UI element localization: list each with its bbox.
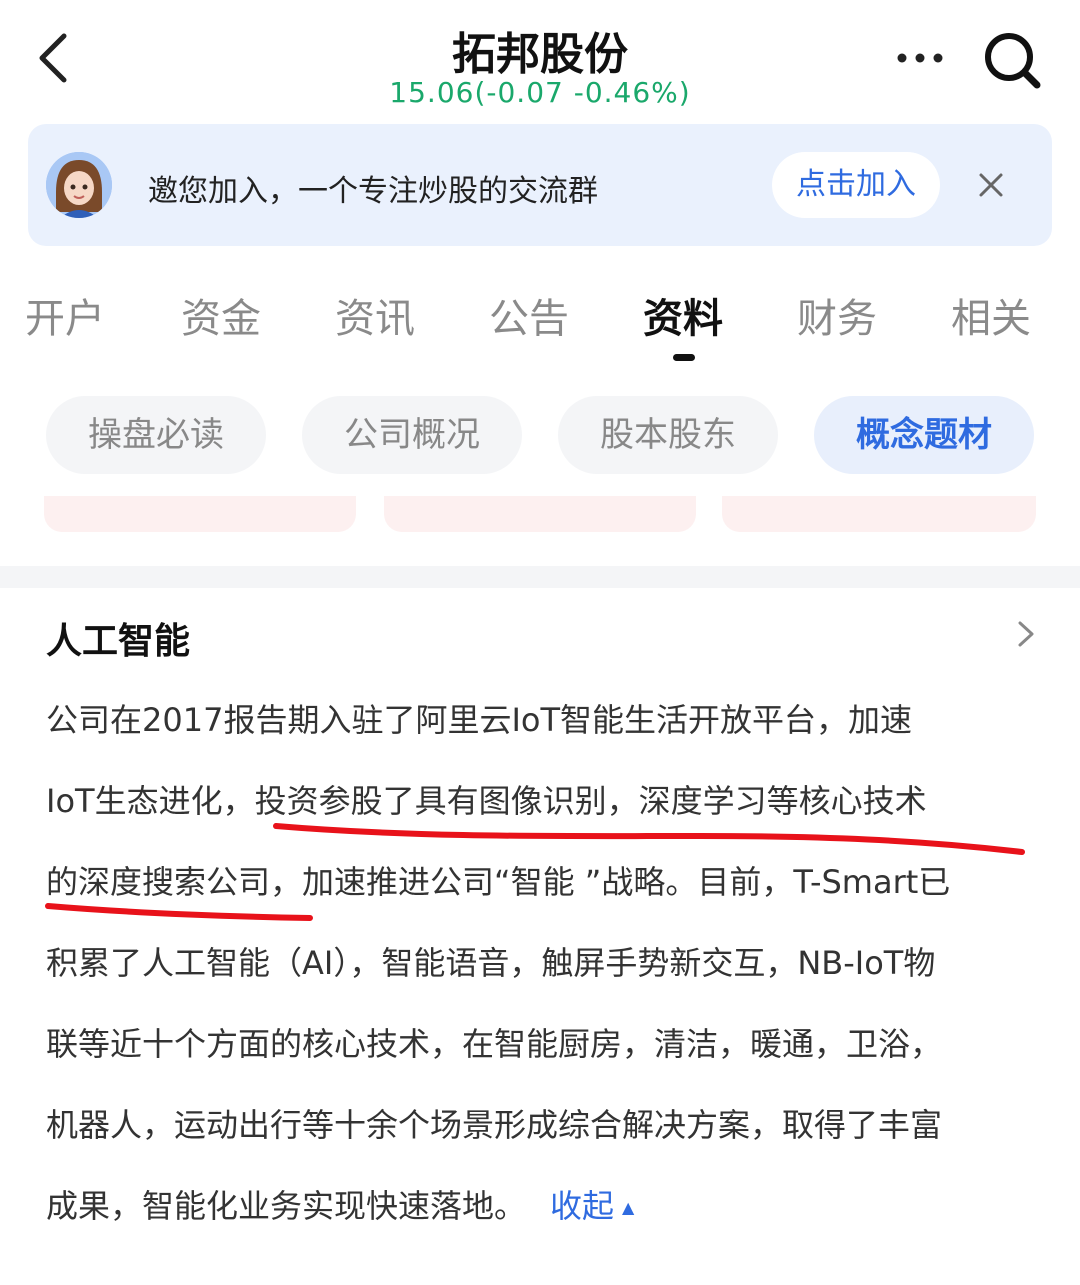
concept-card[interactable] [384, 496, 696, 532]
chevron-right-icon[interactable] [1014, 618, 1038, 650]
close-icon[interactable] [974, 168, 1008, 202]
subtab-must-read[interactable]: 操盘必读 [46, 396, 266, 474]
description-line: 联等近十个方面的核心技术，在智能厨房，清洁，暖通，卫浴， [46, 1025, 943, 1063]
description-line: 公司在2017报告期入驻了阿里云IoT智能生活开放平台，加速 [46, 701, 913, 739]
description-line: 机器人，运动出行等十余个场景形成综合解决方案，取得了丰富 [46, 1106, 943, 1144]
page-title: 拓邦股份 [452, 29, 628, 80]
join-button[interactable]: 点击加入 [772, 152, 940, 218]
description-line: 成果，智能化业务实现快速落地。 [46, 1187, 527, 1225]
tab-profile[interactable]: 资料 [628, 286, 738, 344]
more-icon[interactable] [896, 52, 944, 64]
concept-description: 公司在2017报告期入驻了阿里云IoT智能生活开放平台，加速 IoT生态进化，投… [46, 690, 1036, 1257]
description-line: 的深度搜索公司，加速推进公司“智能 ”战略。目前，T-Smart已 [46, 863, 951, 901]
active-tab-indicator [673, 354, 695, 361]
header: 拓邦股份 15.06(-0.07 -0.46%) [0, 0, 1080, 118]
stock-quote: 15.06(-0.07 -0.46%) [389, 76, 691, 109]
avatar [46, 152, 112, 218]
tab-news[interactable]: 资讯 [320, 286, 430, 344]
concept-card[interactable] [722, 496, 1036, 532]
tab-announcements[interactable]: 公告 [474, 286, 584, 344]
search-icon[interactable] [982, 30, 1042, 90]
subtab-shareholders[interactable]: 股本股东 [558, 396, 778, 474]
description-line: IoT生态进化，投资参股了具有图像识别，深度学习等核心技术 [46, 782, 927, 820]
tab-open-account[interactable]: 开户 [10, 286, 120, 344]
description-last-line: 成果，智能化业务实现快速落地。 收起 ▲ [46, 1176, 1036, 1257]
concept-card[interactable] [44, 496, 356, 532]
subtab-company-overview[interactable]: 公司概况 [302, 396, 522, 474]
section-divider [0, 566, 1080, 588]
caret-up-icon[interactable]: ▲ [622, 1198, 634, 1217]
description-line: 积累了人工智能（AI），智能语音，触屏手势新交互，NB-IoT物 [46, 944, 936, 982]
tab-funds[interactable]: 资金 [166, 286, 276, 344]
tab-finance[interactable]: 财务 [782, 286, 892, 344]
subtab-concepts[interactable]: 概念题材 [814, 396, 1034, 474]
group-invite-banner: 邀您加入，一个专注炒股的交流群 点击加入 [28, 124, 1052, 246]
section-title: 人工智能 [46, 621, 191, 662]
main-tabs: 开户 资金 资讯 公告 资料 财务 相关 [0, 286, 1080, 366]
tab-related[interactable]: 相关 [936, 286, 1046, 344]
collapse-link[interactable]: 收起 [550, 1187, 614, 1225]
banner-text: 邀您加入，一个专注炒股的交流群 [148, 174, 598, 209]
